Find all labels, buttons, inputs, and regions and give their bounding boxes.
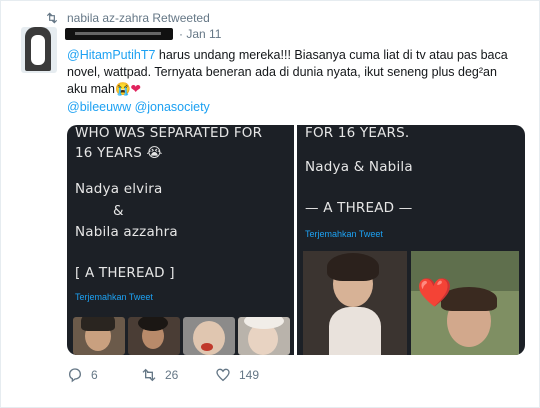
- left-line1: WHO WAS SEPARATED FOR: [75, 125, 263, 141]
- media-right-screenshot[interactable]: FOR 16 YEARS. Nadya & Nabila — A THREAD …: [297, 125, 525, 355]
- mention-link[interactable]: @HitamPutihT7: [67, 48, 155, 62]
- heart-emoji: ❤: [130, 82, 141, 96]
- right-names: Nadya & Nabila: [305, 159, 413, 175]
- left-thread: [ A THEREAD ]: [75, 265, 175, 281]
- mentions-line[interactable]: @bileeuww @jonasociety: [67, 100, 210, 114]
- retweet-icon: [142, 368, 156, 382]
- thumbnail-photo[interactable]: [73, 317, 125, 355]
- thumbnail-photo[interactable]: [238, 317, 290, 355]
- retweet-count: 26: [165, 368, 179, 382]
- child-photo-left[interactable]: [303, 251, 407, 355]
- right-thread: — A THREAD —: [305, 200, 413, 216]
- thumbnail-photo[interactable]: [183, 317, 235, 355]
- media-left-screenshot[interactable]: WHO WAS SEPARATED FOR 16 YEARS 😭 Nadya e…: [67, 125, 294, 355]
- retweet-context: nabila az-zahra Retweeted: [45, 11, 210, 25]
- heart-sticker: ❤️: [417, 277, 452, 308]
- reply-button[interactable]: 6: [67, 367, 141, 383]
- retweet-button[interactable]: 26: [141, 367, 215, 383]
- left-name2: Nabila azzahra: [75, 224, 178, 240]
- heart-icon: [216, 368, 230, 382]
- right-translate-link[interactable]: Terjemahkan Tweet: [305, 229, 383, 239]
- retweet-context-label[interactable]: nabila az-zahra Retweeted: [67, 11, 210, 25]
- tweet-card[interactable]: nabila az-zahra Retweeted · Jan 11 @Hita…: [0, 0, 540, 408]
- tweet-header: · Jan 11: [65, 27, 221, 41]
- left-amp: &: [113, 203, 124, 219]
- redacted-username[interactable]: [65, 28, 173, 40]
- left-translate-link[interactable]: Terjemahkan Tweet: [75, 292, 153, 302]
- tweet-actions: 6 26 149: [67, 367, 289, 383]
- like-count: 149: [239, 368, 260, 382]
- child-photo-right[interactable]: ❤️: [411, 251, 519, 355]
- tweet-text: @HitamPutihT7 harus undang mereka!!! Bia…: [67, 47, 517, 98]
- thumbnail-photo[interactable]: [128, 317, 180, 355]
- left-thumbnails: [73, 317, 290, 355]
- like-button[interactable]: 149: [215, 367, 289, 383]
- left-name1: Nadya elvira: [75, 181, 163, 197]
- media-grid: WHO WAS SEPARATED FOR 16 YEARS 😭 Nadya e…: [67, 125, 525, 355]
- reply-icon: [68, 368, 82, 383]
- reply-count: 6: [91, 368, 98, 382]
- left-line2: 16 YEARS 😭: [75, 145, 163, 161]
- retweet-icon: [46, 12, 58, 24]
- right-line1: FOR 16 YEARS.: [305, 125, 410, 141]
- avatar[interactable]: [21, 27, 57, 73]
- tweet-date[interactable]: · Jan 11: [179, 27, 221, 41]
